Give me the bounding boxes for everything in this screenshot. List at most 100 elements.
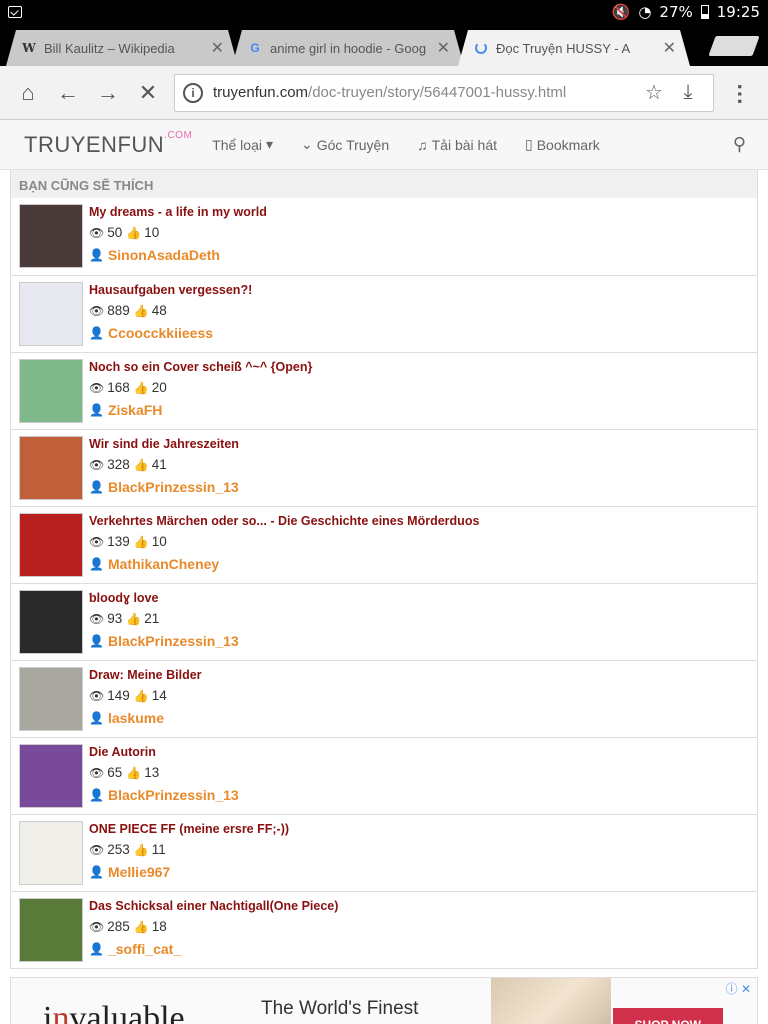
story-author[interactable]: 👤 SinonAsadaDeth (89, 246, 267, 264)
ad-shop-button[interactable]: SHOP NOW (612, 1008, 723, 1024)
story-thumbnail[interactable] (19, 667, 83, 731)
list-item[interactable]: Hausaufgaben vergessen?! 👁 889 👍 48 👤 Ccoocckk… (11, 275, 757, 352)
nav-genres[interactable]: Thể loại ▾ (212, 136, 273, 153)
home-button[interactable]: ⌂ (8, 73, 48, 113)
nav-label: Bookmark (536, 136, 600, 153)
ad-banner[interactable]: invaluable The World's Finest SHOP NOW ⓘ… (10, 977, 758, 1024)
story-title[interactable]: Die Autorin (89, 744, 239, 760)
close-icon: ✕ (138, 79, 158, 105)
story-author[interactable]: 👤 MathikanCheney (89, 555, 479, 573)
story-title[interactable]: Draw: Meine Bilder (89, 667, 202, 683)
battery-icon (700, 5, 709, 19)
story-thumbnail[interactable] (19, 898, 83, 962)
list-item[interactable]: Das Schicksal einer Nachtigall(One Piece… (11, 891, 757, 968)
tab-active[interactable]: Đọc Truyện HUSSY - A ✕ (458, 30, 690, 66)
ad-brand-logo: invaluable (11, 978, 261, 1024)
star-icon: ☆ (645, 82, 663, 104)
story-author[interactable]: 👤 Ccoocckkiieess (89, 324, 252, 342)
nav-bookmark[interactable]: ▯ Bookmark (525, 136, 600, 153)
story-title[interactable]: ƅloodɣ love (89, 590, 239, 606)
user-icon: 👤 (89, 942, 104, 956)
like-count: 18 (151, 919, 167, 934)
story-author[interactable]: 👤 _soffi_cat_ (89, 940, 338, 958)
nav-story-corner[interactable]: ⌄ Góc Truyện (301, 136, 389, 153)
story-author[interactable]: 👤 BlackPrinzessin_13 (89, 478, 239, 496)
story-title[interactable]: Wir sind die Jahreszeiten (89, 436, 239, 452)
recommendations-panel: BẠN CŨNG SẼ THÍCH My dreams - a life in … (10, 170, 758, 969)
list-item[interactable]: ƅloodɣ love 👁 93 👍 21 👤 BlackPrinzessin_13 (11, 583, 757, 660)
story-title[interactable]: Noch so ein Cover scheiß ^~^ {Open} (89, 359, 312, 375)
story-title[interactable]: Hausaufgaben vergessen?! (89, 282, 252, 298)
story-thumbnail[interactable] (19, 821, 83, 885)
view-count: 285 (107, 919, 130, 934)
eye-icon: 👁 (89, 689, 105, 703)
story-thumbnail[interactable] (19, 744, 83, 808)
author-name: BlackPrinzessin_13 (107, 787, 239, 803)
tab-title: Bill Kaulitz – Wikipedia (44, 40, 175, 56)
story-title[interactable]: My dreams - a life in my world (89, 204, 267, 220)
story-thumbnail[interactable] (19, 513, 83, 577)
close-icon[interactable]: ✕ (663, 38, 676, 58)
battery-percent: 27% (659, 3, 693, 21)
menu-button[interactable]: ⋯ (720, 73, 760, 113)
mute-icon: 🔇 (611, 3, 631, 21)
nav-label: Tải bài hát (431, 136, 497, 153)
story-stats: 👁 93 👍 21 (89, 610, 239, 628)
close-icon[interactable]: ✕ (437, 38, 450, 58)
list-item[interactable]: My dreams - a life in my world 👁 50 👍 10 👤 Sin… (11, 198, 757, 275)
tab-wikipedia[interactable]: W Bill Kaulitz – Wikipedia ✕ (6, 30, 238, 66)
thumbs-up-icon: 👍 (133, 689, 149, 703)
story-thumbnail[interactable] (19, 204, 83, 268)
story-author[interactable]: 👤 laskume (89, 709, 202, 727)
author-name: ZiskaFH (107, 402, 163, 418)
story-thumbnail[interactable] (19, 282, 83, 346)
bookmark-icon: ▯ (525, 136, 533, 152)
story-author[interactable]: 👤 Mellie967 (89, 863, 289, 881)
status-bar: 🔇 ◔ 27% 19:25 (0, 0, 768, 24)
panel-heading: BẠN CŨNG SẼ THÍCH (11, 170, 757, 198)
nav-label: Góc Truyện (316, 136, 390, 153)
story-author[interactable]: 👤 ZiskaFH (89, 401, 312, 419)
story-thumbnail[interactable] (19, 590, 83, 654)
author-name: MathikanCheney (107, 556, 220, 572)
story-author[interactable]: 👤 BlackPrinzessin_13 (89, 632, 239, 650)
story-info: Die Autorin 👁 65 👍 13 👤 BlackPrinzessin_13 (89, 744, 239, 808)
story-title[interactable]: Das Schicksal einer Nachtigall(One Piece… (89, 898, 338, 914)
loading-spinner-icon (474, 41, 488, 55)
nav-download-songs[interactable]: ♫ Tải bài hát (417, 137, 497, 153)
story-thumbnail[interactable] (19, 436, 83, 500)
story-info: Verkehrtes Märchen oder so... - Die Gesc… (89, 513, 479, 577)
stop-button[interactable]: ✕ (128, 73, 168, 113)
logo-suffix: .COM (164, 129, 193, 141)
story-title[interactable]: Verkehrtes Märchen oder so... - Die Gesc… (89, 513, 479, 529)
search-icon[interactable]: ⚲ (733, 134, 746, 155)
list-item[interactable]: Verkehrtes Märchen oder so... - Die Gesc… (11, 506, 757, 583)
view-count: 889 (107, 303, 130, 318)
caret-down-icon: ▾ (265, 136, 274, 152)
address-bar[interactable]: i truyenfun.com/doc-truyen/story/5644700… (174, 73, 714, 112)
like-count: 13 (144, 765, 160, 780)
site-navbar: TRUYENFUN .COM Thể loại ▾ ⌄ Góc Truyện ♫ Tải… (0, 120, 768, 170)
new-tab-button[interactable] (708, 36, 760, 56)
story-thumbnail[interactable] (19, 359, 83, 423)
forward-button[interactable]: → (88, 73, 128, 113)
list-item[interactable]: Draw: Meine Bilder 👁 149 👍 14 👤 laskume (11, 660, 757, 737)
list-item[interactable]: Die Autorin 👁 65 👍 13 👤 BlackPrinzessin_13 (11, 737, 757, 814)
adchoices-icon[interactable]: ⓘ ✕ (726, 980, 751, 997)
download-button[interactable]: ⤓ (671, 76, 705, 110)
eye-icon: 👁 (89, 304, 105, 318)
tab-google[interactable]: G anime girl in hoodie - Goog ✕ (232, 30, 464, 66)
list-item[interactable]: Noch so ein Cover scheiß ^~^ {Open} 👁 168 👍… (11, 352, 757, 429)
story-author[interactable]: 👤 BlackPrinzessin_13 (89, 786, 239, 804)
url-text[interactable]: truyenfun.com/doc-truyen/story/56447001-… (213, 84, 637, 101)
site-logo[interactable]: TRUYENFUN .COM (24, 130, 192, 158)
list-item[interactable]: ONE PIECE FF (meine ersre FF;-)) 👁 253 👍 11 👤… (11, 814, 757, 891)
back-button[interactable]: ← (48, 73, 88, 113)
story-info: Hausaufgaben vergessen?! 👁 889 👍 48 👤 Ccoocckk… (89, 282, 252, 346)
ad-brand-part: n (52, 1000, 70, 1024)
list-item[interactable]: Wir sind die Jahreszeiten 👁 328 👍 41 👤 BlackPr… (11, 429, 757, 506)
bookmark-star-button[interactable]: ☆ (637, 76, 671, 110)
close-icon[interactable]: ✕ (211, 38, 224, 58)
story-title[interactable]: ONE PIECE FF (meine ersre FF;-)) (89, 821, 289, 837)
info-icon[interactable]: i (183, 82, 203, 103)
